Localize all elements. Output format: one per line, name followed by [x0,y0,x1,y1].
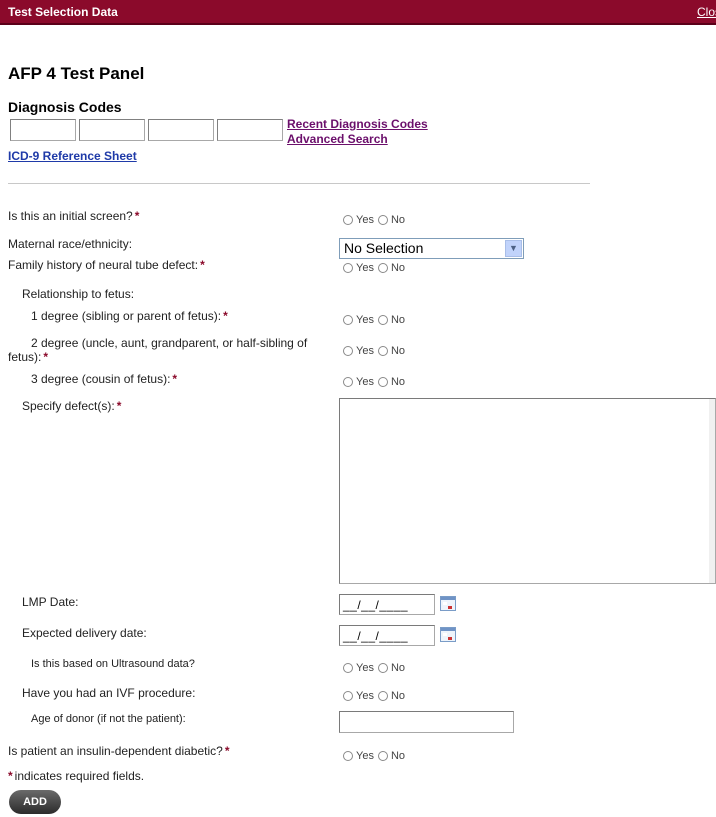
degree2-no-radio[interactable] [377,346,388,356]
donor-age-label: Age of donor (if not the patient): [31,713,186,725]
insulin-label: Is patient an insulin-dependent diabetic… [8,744,230,758]
degree1-no-radio[interactable] [377,315,388,325]
initial-screen-yes-radio[interactable] [343,215,353,225]
degree1-radios: Yes No [343,314,409,326]
ivf-label: Have you had an IVF procedure: [22,686,196,700]
degree3-label: 3 degree (cousin of fetus): * [31,372,178,386]
lmp-date-label: LMP Date: [22,595,79,609]
icd9-reference-link[interactable]: ICD-9 Reference Sheet [8,149,137,163]
degree1-yes-radio[interactable] [343,315,353,325]
diagnosis-code-input-4[interactable] [217,119,283,141]
initial-screen-radios: Yes No [343,214,409,226]
initial-screen-no-radio[interactable] [377,215,388,225]
ultrasound-label: Is this based on Ultrasound data? [31,658,195,670]
degree3-yes-radio[interactable] [343,377,353,387]
degree2-label-line2: fetus): * [8,350,49,364]
ivf-no-radio[interactable] [377,691,388,701]
chevron-down-icon[interactable]: ▼ [505,240,522,257]
diagnosis-code-input-2[interactable] [79,119,145,141]
specify-defect-label: Specify defect(s): * [22,399,122,413]
diagnosis-codes-heading: Diagnosis Codes [8,99,122,115]
expected-delivery-input[interactable]: __/__/____ [339,625,435,646]
ultrasound-yes-radio[interactable] [343,663,353,673]
insulin-yes-radio[interactable] [343,751,353,761]
maternal-race-label: Maternal race/ethnicity: [8,237,133,251]
degree2-yes-radio[interactable] [343,346,353,356]
expected-delivery-label: Expected delivery date: [22,626,147,640]
recent-diagnosis-codes-link[interactable]: Recent Diagnosis Codes [287,117,428,131]
degree3-radios: Yes No [343,376,409,388]
ultrasound-no-radio[interactable] [377,663,388,673]
initial-screen-label: Is this an initial screen? * [8,209,140,223]
maternal-race-selected: No Selection [344,240,424,256]
ultrasound-radios: Yes No [343,662,409,674]
degree1-label: 1 degree (sibling or parent of fetus): * [31,309,228,323]
insulin-no-radio[interactable] [377,751,388,761]
lmp-date-input[interactable]: __/__/____ [339,594,435,615]
title-bar: Test Selection Data Close [0,0,716,25]
relationship-label: Relationship to fetus: [22,287,135,301]
family-history-yes-radio[interactable] [343,263,353,273]
textarea-scrollbar[interactable] [709,399,715,583]
ivf-yes-radio[interactable] [343,691,353,701]
ivf-radios: Yes No [343,690,409,702]
calendar-icon[interactable] [440,596,456,611]
degree3-no-radio[interactable] [377,377,388,387]
required-fields-note: * indicates required fields. [8,769,145,783]
maternal-race-select[interactable]: No Selection ▼ [339,238,524,259]
advanced-search-link[interactable]: Advanced Search [287,132,388,146]
degree2-label-line1: 2 degree (uncle, aunt, grandparent, or h… [31,336,308,350]
specify-defect-textarea[interactable] [339,398,716,584]
diagnosis-code-input-1[interactable] [10,119,76,141]
calendar-icon[interactable] [440,627,456,642]
window-title: Test Selection Data [8,5,118,19]
close-link[interactable]: Close [697,5,716,19]
insulin-radios: Yes No [343,750,409,762]
family-history-no-radio[interactable] [377,263,388,273]
page-title: AFP 4 Test Panel [8,64,145,83]
degree2-radios: Yes No [343,345,409,357]
diagnosis-code-input-3[interactable] [148,119,214,141]
add-button[interactable]: ADD [9,790,61,814]
divider [8,183,590,184]
donor-age-input[interactable] [339,711,514,733]
family-history-label: Family history of neural tube defect: * [8,258,205,272]
family-history-radios: Yes No [343,262,409,274]
